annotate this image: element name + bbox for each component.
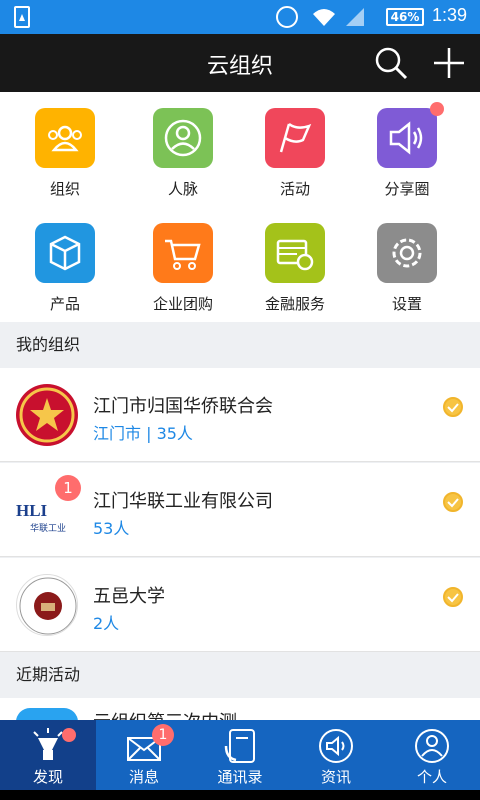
check-icon <box>443 587 463 607</box>
search-icon[interactable] <box>374 46 408 80</box>
cart-icon <box>165 239 201 270</box>
card-coin-icon <box>276 239 314 271</box>
unread-badge: 1 <box>152 724 174 746</box>
add-icon[interactable] <box>432 46 466 80</box>
clock: 1:39 <box>432 5 468 25</box>
tile-label: 组织 <box>49 180 80 198</box>
org-row[interactable]: 江门市归国华侨联合会 江门市 | 35人 <box>0 368 480 462</box>
tile-label: 分享圈 <box>384 180 430 198</box>
news-icon <box>319 729 353 763</box>
tile-finance[interactable]: 金融服务 <box>240 207 350 315</box>
check-icon <box>443 397 463 417</box>
tab-profile[interactable]: 个人 <box>384 720 480 790</box>
tile-group-buy[interactable]: 企业团购 <box>128 207 238 315</box>
discover-icon <box>33 728 63 760</box>
tile-products[interactable]: 产品 <box>10 207 120 315</box>
tile-contacts[interactable]: 人脉 <box>128 92 238 200</box>
gear-icon <box>392 238 422 268</box>
tab-contacts[interactable]: 通讯录 <box>192 720 288 790</box>
tab-messages[interactable]: 1 消息 <box>96 720 192 790</box>
contacts-icon <box>224 729 255 763</box>
cube-icon <box>49 235 81 271</box>
org-meta: 53人 <box>93 519 130 538</box>
section-recent: 近期活动 <box>0 652 480 698</box>
section-my-org: 我的组织 <box>0 322 480 368</box>
org-logo <box>16 384 78 446</box>
person-icon <box>164 119 202 157</box>
org-logo <box>16 574 78 636</box>
tile-label: 活动 <box>279 180 310 198</box>
tile-organization[interactable]: 组织 <box>10 92 120 200</box>
tile-label: 人脉 <box>167 180 198 198</box>
signal-icon <box>346 8 364 26</box>
tile-label: 产品 <box>49 295 80 313</box>
notification-icon <box>14 6 30 28</box>
user-icon <box>415 729 449 763</box>
speaker-icon <box>389 121 423 155</box>
org-name: 江门市归国华侨联合会 <box>93 396 273 417</box>
new-dot <box>62 728 76 742</box>
tile-activity[interactable]: 活动 <box>240 92 350 200</box>
check-icon <box>443 492 463 512</box>
activity-thumbnail <box>16 708 78 720</box>
bottom-tab-bar: 发现 1 消息 通讯录 资讯 个人 <box>0 720 480 790</box>
tile-label: 金融服务 <box>264 295 325 313</box>
unread-badge: 1 <box>55 475 81 501</box>
alarm-icon <box>276 6 298 28</box>
tab-label: 通讯录 <box>217 768 263 786</box>
app-header: 云组织 <box>0 34 480 92</box>
feature-grid: 组织 人脉 活动 分享圈 产品 企业团购 金融服务 设置 <box>0 92 480 322</box>
tab-label: 个人 <box>416 768 447 786</box>
new-dot <box>430 102 444 116</box>
org-name: 江门华联工业有限公司 <box>93 491 273 512</box>
page-title: 云组织 <box>206 54 273 79</box>
org-meta: 江门市 | 35人 <box>93 424 193 443</box>
wifi-icon <box>313 9 335 26</box>
tile-label: 企业团购 <box>152 295 213 313</box>
tab-label: 发现 <box>32 768 63 786</box>
tile-settings[interactable]: 设置 <box>352 207 462 315</box>
org-name: 五邑大学 <box>93 586 165 607</box>
org-row[interactable]: 五邑大学 2人 <box>0 558 480 652</box>
tab-label: 消息 <box>128 768 159 786</box>
org-row[interactable]: HLI 华联工业 1 江门华联工业有限公司 53人 <box>0 463 480 557</box>
activity-title: 云组织第三次内测 <box>93 708 237 720</box>
tab-label: 资讯 <box>320 768 351 786</box>
flag-icon <box>279 122 312 153</box>
tab-discover[interactable]: 发现 <box>0 720 96 790</box>
system-nav-strip <box>0 790 480 800</box>
tile-label: 设置 <box>391 295 422 313</box>
group-icon <box>48 125 82 152</box>
battery-indicator: 46% <box>386 8 424 26</box>
org-meta: 2人 <box>93 614 120 633</box>
activity-row[interactable]: 云组织第三次内测 <box>0 698 480 720</box>
tab-news[interactable]: 资讯 <box>288 720 384 790</box>
status-bar: 46% 1:39 <box>0 0 480 34</box>
tile-share-circle[interactable]: 分享圈 <box>352 92 462 200</box>
